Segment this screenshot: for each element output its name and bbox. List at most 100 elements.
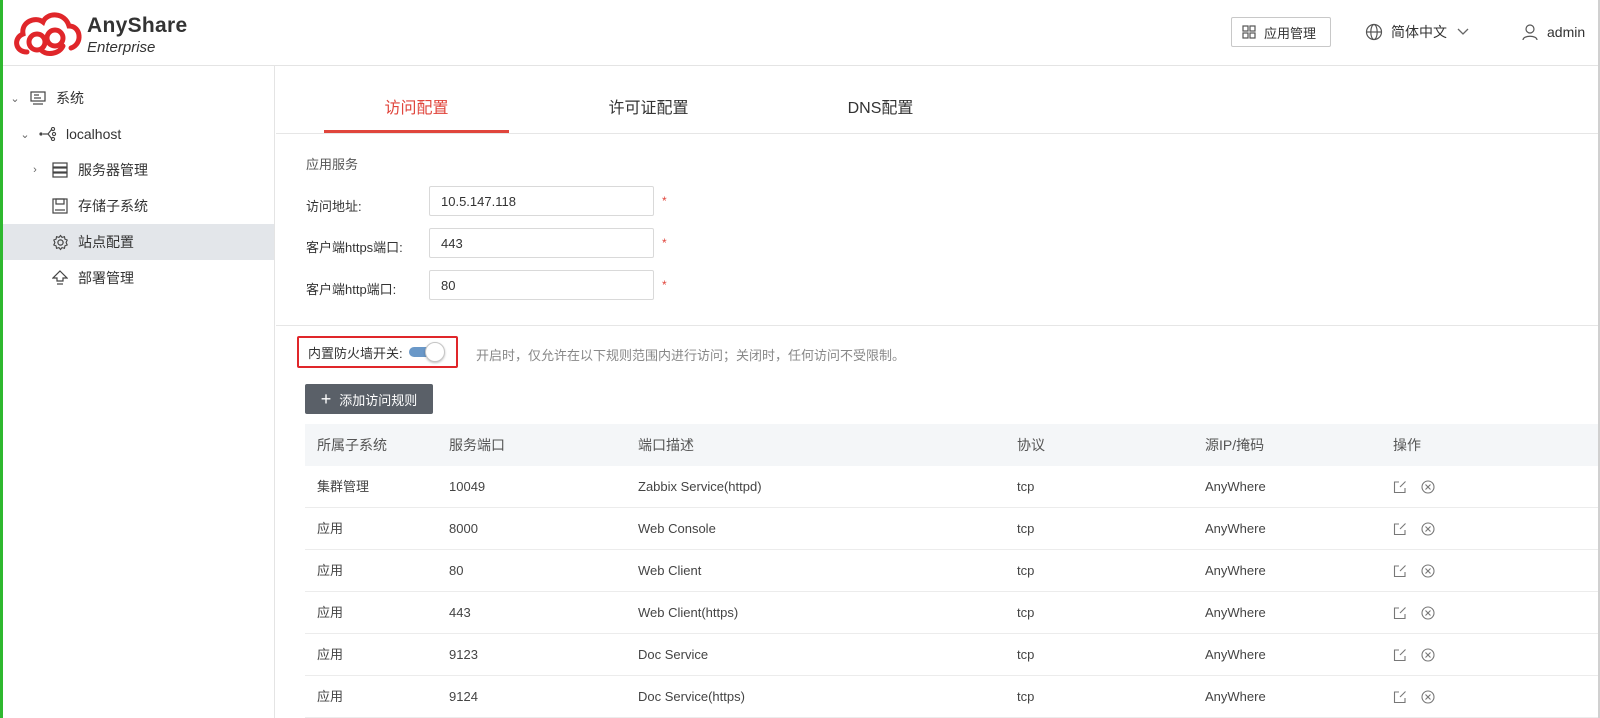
cell-subsystem: 应用 bbox=[317, 563, 344, 578]
cell-subsystem: 应用 bbox=[317, 689, 344, 704]
sidebar-item-label: 系统 bbox=[56, 90, 84, 106]
address-label: 访问地址: bbox=[306, 199, 362, 214]
main-content: 访问配置 许可证配置 DNS配置 应用服务 访问地址: * 客户端https端口… bbox=[276, 66, 1598, 718]
plus-icon: + bbox=[320, 389, 332, 409]
edit-icon[interactable] bbox=[1393, 522, 1407, 536]
cell-protocol: tcp bbox=[1017, 479, 1035, 494]
chevron-down-icon[interactable]: ⌄ bbox=[9, 92, 21, 105]
sidebar-item-site-config[interactable]: 站点配置 bbox=[3, 224, 274, 260]
network-node-icon bbox=[39, 125, 57, 143]
cell-description: Doc Service bbox=[638, 647, 709, 662]
sidebar-item-label: 部署管理 bbox=[78, 270, 134, 286]
col-header-description: 端口描述 bbox=[638, 437, 694, 453]
cell-source-ip: AnyWhere bbox=[1205, 605, 1266, 620]
gear-icon bbox=[51, 233, 69, 251]
cell-source-ip: AnyWhere bbox=[1205, 689, 1266, 704]
sidebar-item-storage-subsystem[interactable]: 存储子系统 bbox=[3, 188, 274, 224]
cell-port: 80 bbox=[449, 563, 464, 578]
language-selector[interactable]: 简体中文 bbox=[1365, 17, 1469, 47]
sidebar-item-label: 存储子系统 bbox=[78, 198, 148, 214]
edit-icon[interactable] bbox=[1393, 648, 1407, 662]
app-management-button[interactable]: 应用管理 bbox=[1231, 17, 1331, 47]
tab-license-config[interactable]: 许可证配置 bbox=[556, 94, 741, 118]
cell-description: Doc Service(https) bbox=[638, 689, 745, 704]
add-access-rule-button[interactable]: + 添加访问规则 bbox=[305, 384, 433, 414]
sidebar-item-label: 服务器管理 bbox=[78, 162, 148, 178]
firewall-toggle[interactable] bbox=[408, 342, 445, 362]
sidebar: ⌄ 系统 ⌄ localhost › 服务器管理 存储子系统 站点配置 部署管理 bbox=[3, 66, 275, 718]
cell-port: 443 bbox=[449, 605, 471, 620]
cell-source-ip: AnyWhere bbox=[1205, 563, 1266, 578]
edit-icon[interactable] bbox=[1393, 480, 1407, 494]
section-title: 应用服务 bbox=[306, 157, 359, 172]
sidebar-item-label: 站点配置 bbox=[78, 234, 134, 250]
cell-protocol: tcp bbox=[1017, 689, 1035, 704]
tab-access-config[interactable]: 访问配置 bbox=[324, 94, 509, 118]
cell-subsystem: 集群管理 bbox=[317, 479, 370, 494]
col-header-port: 服务端口 bbox=[449, 437, 505, 453]
col-header-source-ip: 源IP/掩码 bbox=[1205, 437, 1265, 453]
edit-icon[interactable] bbox=[1393, 690, 1407, 704]
row-actions bbox=[1393, 508, 1449, 550]
user-menu[interactable]: admin bbox=[1521, 17, 1585, 47]
sidebar-item-system[interactable]: ⌄ 系统 bbox=[3, 80, 274, 116]
row-actions bbox=[1393, 592, 1449, 634]
table-row: 应用 80 Web Client tcp AnyWhere bbox=[305, 550, 1598, 592]
brand-name: AnyShare bbox=[87, 14, 188, 37]
required-mark: * bbox=[662, 194, 667, 208]
add-rule-label: 添加访问规则 bbox=[339, 392, 418, 408]
delete-icon[interactable] bbox=[1421, 564, 1435, 578]
anyshare-logo-icon bbox=[14, 12, 82, 56]
sidebar-item-deployment[interactable]: 部署管理 bbox=[3, 260, 274, 296]
cell-description: Web Client bbox=[638, 563, 702, 578]
table-body: 集群管理 10049 Zabbix Service(httpd) tcp AnyWher… bbox=[305, 466, 1598, 718]
col-header-actions: 操作 bbox=[1393, 437, 1421, 453]
row-actions bbox=[1393, 550, 1449, 592]
cell-port: 8000 bbox=[449, 521, 478, 536]
server-icon bbox=[51, 161, 69, 179]
delete-icon[interactable] bbox=[1421, 522, 1435, 536]
sidebar-item-server-management[interactable]: › 服务器管理 bbox=[3, 152, 274, 188]
cell-port: 9123 bbox=[449, 647, 478, 662]
table-row: 应用 9123 Doc Service tcp AnyWhere bbox=[305, 634, 1598, 676]
cell-protocol: tcp bbox=[1017, 647, 1035, 662]
cell-protocol: tcp bbox=[1017, 563, 1035, 578]
https-port-input[interactable] bbox=[429, 228, 654, 258]
sidebar-item-localhost[interactable]: ⌄ localhost bbox=[3, 116, 274, 152]
top-header: AnyShare Enterprise 应用管理 简体中文 admin bbox=[3, 0, 1598, 66]
http-port-label: 客户端http端口: bbox=[306, 282, 397, 297]
delete-icon[interactable] bbox=[1421, 690, 1435, 704]
delete-icon[interactable] bbox=[1421, 648, 1435, 662]
brand-subtitle: Enterprise bbox=[87, 39, 156, 56]
active-tab-indicator bbox=[324, 130, 509, 133]
chevron-right-icon[interactable]: › bbox=[29, 164, 41, 176]
cell-description: Web Console bbox=[638, 521, 716, 536]
cell-protocol: tcp bbox=[1017, 605, 1035, 620]
delete-icon[interactable] bbox=[1421, 480, 1435, 494]
cell-source-ip: AnyWhere bbox=[1205, 479, 1266, 494]
table-row: 应用 8000 Web Console tcp AnyWhere bbox=[305, 508, 1598, 550]
row-actions bbox=[1393, 466, 1449, 508]
username: admin bbox=[1547, 24, 1586, 40]
sidebar-item-label: localhost bbox=[66, 126, 122, 142]
firewall-label: 内置防火墙开关: bbox=[308, 345, 403, 361]
monitor-icon bbox=[29, 89, 47, 107]
table-header: 所属子系统 服务端口 端口描述 协议 源IP/掩码 操作 bbox=[305, 424, 1598, 466]
firewall-switch-highlight: 内置防火墙开关: bbox=[297, 336, 458, 368]
grid-icon bbox=[1242, 25, 1256, 39]
chevron-down-icon[interactable]: ⌄ bbox=[19, 128, 31, 141]
edit-icon[interactable] bbox=[1393, 606, 1407, 620]
toggle-knob bbox=[424, 342, 445, 362]
section-divider bbox=[276, 325, 1598, 326]
delete-icon[interactable] bbox=[1421, 606, 1435, 620]
cell-description: Zabbix Service(httpd) bbox=[638, 479, 762, 494]
cell-subsystem: 应用 bbox=[317, 647, 344, 662]
tab-dns-config[interactable]: DNS配置 bbox=[788, 94, 973, 118]
table-row: 集群管理 10049 Zabbix Service(httpd) tcp AnyWher… bbox=[305, 466, 1598, 508]
globe-icon bbox=[1365, 23, 1383, 41]
http-port-input[interactable] bbox=[429, 270, 654, 300]
row-actions bbox=[1393, 676, 1449, 718]
edit-icon[interactable] bbox=[1393, 564, 1407, 578]
cell-subsystem: 应用 bbox=[317, 605, 344, 620]
address-input[interactable] bbox=[429, 186, 654, 216]
